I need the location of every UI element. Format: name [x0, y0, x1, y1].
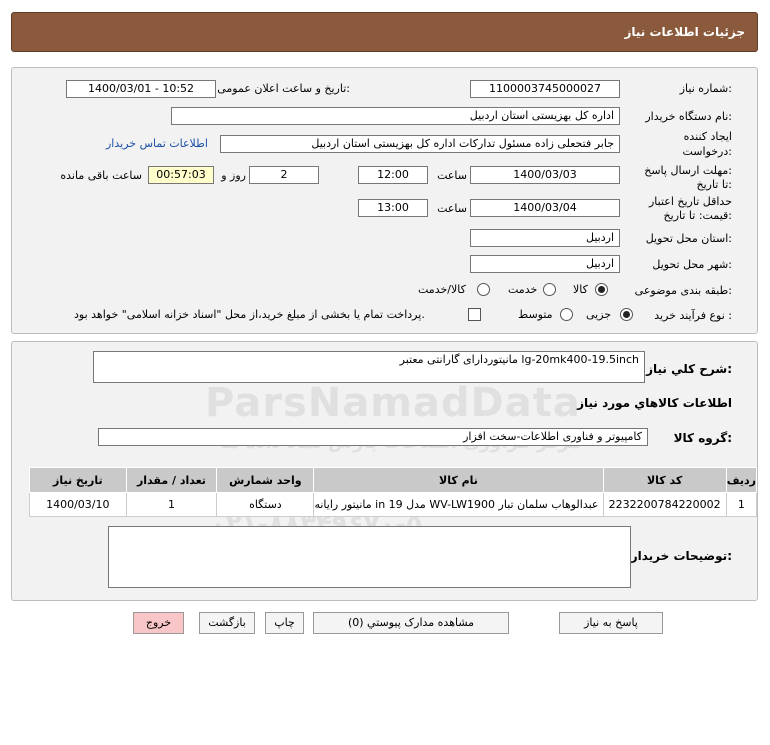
category-radio-goods[interactable]: [595, 283, 608, 296]
reply-to-need-button[interactable]: پاسخ به نیاز: [559, 612, 663, 634]
remaining-time-label: ساعت باقی مانده: [60, 169, 142, 182]
buyer-contact-link[interactable]: اطلاعات تماس خریدار: [106, 137, 208, 150]
buyer-notes-label: توضیحات خریدار:: [630, 549, 732, 563]
creator-label-1: ایجاد کننده: [683, 130, 732, 143]
print-button[interactable]: چاپ: [265, 612, 304, 634]
col-quantity: تعداد / مقدار: [125, 467, 218, 493]
category-label: طبقه بندی موضوعی:: [634, 284, 732, 297]
province-label: استان محل تحویل:: [645, 232, 732, 245]
buyer-org-label: نام دستگاه خریدار:: [645, 110, 732, 123]
exit-button[interactable]: خروج: [133, 612, 184, 634]
need-number-label: شماره نیاز:: [679, 82, 732, 95]
page-header: جزئیات اطلاعات نیاز: [11, 12, 758, 52]
process-option-medium: متوسط: [518, 308, 553, 321]
cell-item-code: 2232200784220002: [602, 492, 727, 517]
creator-field: جابر فتحعلی زاده مسئول تدارکات اداره کل …: [220, 135, 620, 153]
days-remaining-field: 2: [249, 166, 319, 184]
col-item-code: کد کالا: [602, 467, 727, 493]
announce-field: 1400/03/01 - 10:52: [66, 80, 216, 98]
announce-label: تاریخ و ساعت اعلان عمومی:: [217, 82, 350, 95]
page-title: جزئیات اطلاعات نیاز: [624, 25, 745, 39]
goods-group-field: کامپیوتر و فناوری اطلاعات-سخت افزار: [98, 428, 648, 446]
goods-info-title: اطلاعات كالاهاي مورد نياز: [577, 396, 732, 410]
validity-label-1: حداقل تاریخ اعتبار: [648, 195, 732, 208]
creator-label-2: درخواست:: [682, 145, 733, 158]
deadline-label-1: مهلت ارسال پاسخ:: [644, 164, 732, 177]
validity-date-field: 1400/03/04: [470, 199, 620, 217]
treasury-payment-checkbox[interactable]: [468, 308, 481, 321]
deadline-time-field: 12:00: [358, 166, 428, 184]
summary-label: شرح كلي نياز:: [646, 362, 732, 376]
col-need-date: تاریخ نیاز: [29, 467, 127, 493]
cell-row-number: 1: [725, 492, 758, 517]
goods-table-header: تاریخ نیاز تعداد / مقدار واحد شمارش نام …: [29, 467, 758, 493]
cell-need-date: 1400/03/10: [29, 492, 127, 517]
process-radio-minor[interactable]: [620, 308, 633, 321]
back-button[interactable]: بازگشت: [199, 612, 255, 634]
city-field: اردبیل: [470, 255, 620, 273]
category-radio-service[interactable]: [543, 283, 556, 296]
table-row: 1400/03/10 1 دستگاه مانیتور رایانه in 19…: [29, 492, 758, 517]
need-number-field: 1100003745000027: [470, 80, 620, 98]
remaining-time-field: 00:57:03: [148, 166, 214, 184]
deadline-time-label: ساعت: [437, 169, 467, 182]
cell-unit: دستگاه: [216, 492, 315, 517]
category-option-service: خدمت: [508, 283, 538, 296]
deadline-label-2: تا تاریخ:: [696, 178, 732, 191]
deadline-date-field: 1400/03/03: [470, 166, 620, 184]
process-radio-medium[interactable]: [560, 308, 573, 321]
goods-table: تاریخ نیاز تعداد / مقدار واحد شمارش نام …: [29, 467, 758, 517]
process-label: نوع فرآیند خرید :: [654, 309, 732, 322]
col-item-name: نام کالا: [313, 467, 604, 493]
cell-quantity: 1: [125, 492, 218, 517]
category-option-both: کالا/خدمت: [418, 283, 466, 296]
view-attachments-button[interactable]: مشاهده مدارک پیوستي (0): [313, 612, 509, 634]
cell-item-name: مانیتور رایانه in 19 مدل WV-LW1900 عبدال…: [313, 492, 604, 517]
province-field: اردبیل: [470, 229, 620, 247]
goods-group-label: گروه کالا:: [673, 431, 732, 445]
col-unit: واحد شمارش: [216, 467, 315, 493]
treasury-payment-text: پرداخت تمام یا بخشی از مبلغ خرید،از محل …: [74, 308, 425, 321]
category-radio-both[interactable]: [477, 283, 490, 296]
city-label: شهر محل تحویل:: [652, 258, 732, 271]
category-option-goods: کالا: [573, 283, 588, 296]
summary-field: مانیتوردارای گارانتی معتبر lg-20mk400-19…: [93, 351, 645, 383]
validity-time-field: 13:00: [358, 199, 428, 217]
buyer-notes-field: [108, 526, 631, 588]
days-label: روز و: [221, 169, 246, 182]
buyer-org-field: اداره کل بهزیستی استان اردبیل: [171, 107, 620, 125]
validity-time-label: ساعت: [437, 202, 467, 215]
process-option-minor: جزیی: [586, 308, 612, 321]
col-row: ردیف: [725, 467, 758, 493]
validity-label-2: قیمت: تا تاریخ:: [663, 209, 732, 222]
